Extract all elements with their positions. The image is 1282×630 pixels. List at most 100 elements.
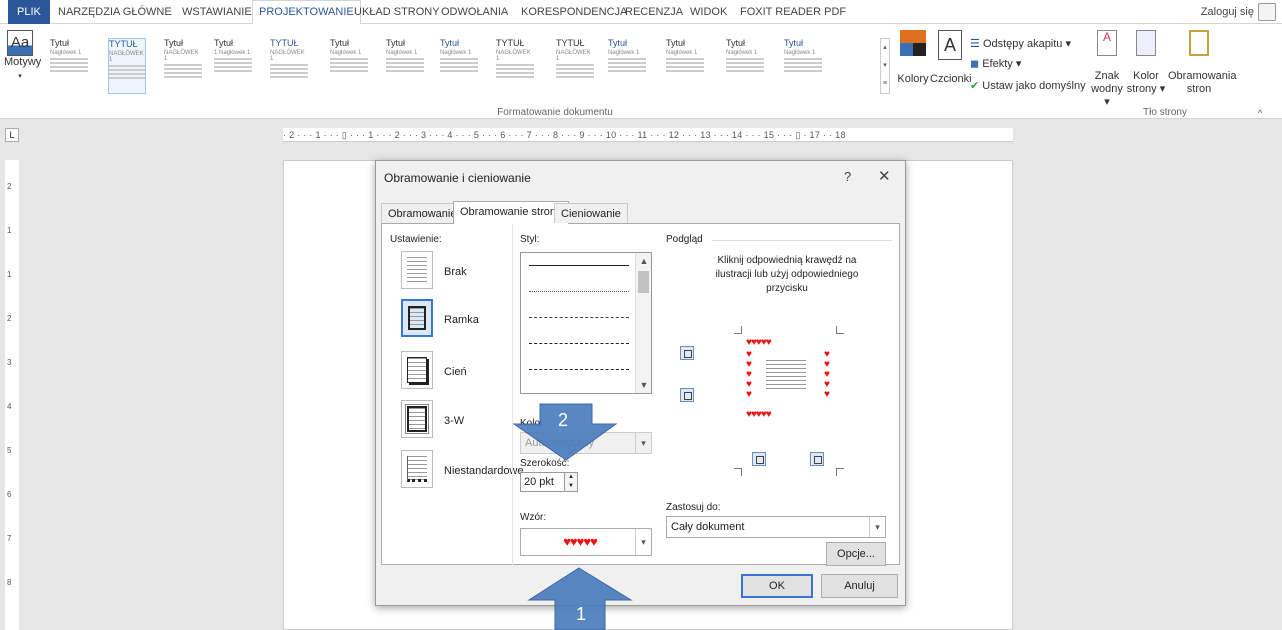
- page-color-button[interactable]: Kolor strony ▾: [1126, 30, 1166, 96]
- tab-borders[interactable]: Obramowanie: [381, 203, 464, 223]
- annotation-number-2: 2: [558, 410, 569, 430]
- style-set-line: [784, 58, 822, 60]
- scroll-up-icon[interactable]: ▲: [636, 253, 651, 269]
- style-set-item[interactable]: Tytuł Nagłówek 1: [784, 38, 822, 94]
- left-border-button[interactable]: [752, 452, 766, 466]
- spin-up-icon[interactable]: ▲: [564, 473, 577, 482]
- corner-mark: [734, 468, 742, 476]
- user-avatar-icon[interactable]: [1258, 3, 1276, 21]
- setting-none[interactable]: Brak: [444, 266, 467, 278]
- gallery-scroll[interactable]: ▴ ▾ ≡: [880, 38, 890, 94]
- corner-mark: [836, 326, 844, 334]
- setting-3d[interactable]: 3-W: [444, 415, 464, 427]
- style-solid[interactable]: [529, 265, 629, 266]
- top-border-button[interactable]: [680, 346, 694, 360]
- tab-references[interactable]: ODWOŁANIA: [441, 0, 508, 24]
- tab-insert[interactable]: WSTAWIANIE: [182, 0, 252, 24]
- style-list[interactable]: ▲ ▼: [520, 252, 652, 394]
- style-set-item[interactable]: TYTUŁ NAGŁÓWEK 1: [496, 38, 534, 94]
- fonts-button[interactable]: A Czcionki: [930, 30, 972, 86]
- style-set-item[interactable]: TYTUŁ NAGŁÓWEK 1: [556, 38, 594, 94]
- setting-box[interactable]: Ramka: [444, 314, 479, 326]
- collapse-ribbon-icon[interactable]: ^: [1258, 108, 1262, 118]
- style-set-item[interactable]: Tytuł Nagłówek 1: [440, 38, 478, 94]
- options-button[interactable]: Opcje...: [826, 542, 886, 566]
- chevron-down-icon[interactable]: ▾: [635, 433, 651, 453]
- style-set-item[interactable]: TYTUŁ NAGŁÓWEK 1: [270, 38, 308, 94]
- setting-3d-icon[interactable]: [401, 400, 433, 438]
- tab-view[interactable]: WIDOK: [690, 0, 727, 24]
- dialog-title: Obramowanie i cieniowanie: [384, 171, 531, 185]
- tab-layout[interactable]: UKŁAD STRONY: [354, 0, 440, 24]
- art-label: Wzór:: [520, 512, 547, 523]
- cancel-button[interactable]: Anuluj: [821, 574, 898, 598]
- chevron-down-icon[interactable]: ▾: [869, 517, 885, 537]
- style-set-item[interactable]: Tytuł NAGŁÓWEK 1: [164, 38, 202, 94]
- preview-page[interactable]: ♥♥♥♥♥ ♥♥♥♥♥ ♥ ♥ ♥ ♥ ♥ ♥ ♥ ♥ ♥ ♥: [742, 334, 836, 468]
- style-set-line: [726, 58, 764, 60]
- setting-none-icon[interactable]: [401, 251, 433, 289]
- scroll-thumb[interactable]: [638, 271, 649, 293]
- ruler-numbers: · 2 · · · 1 · · · ▯ · · · 1 · · · 2 · · …: [283, 130, 846, 140]
- vertical-ruler[interactable]: 2 1 1 2 3 4 5 6 7 8: [5, 160, 19, 630]
- style-set-line: [386, 62, 424, 64]
- setting-box-icon[interactable]: [401, 299, 433, 337]
- style-set-item[interactable]: Tytuł Nagłówek 1: [666, 38, 704, 94]
- art-select[interactable]: ♥♥♥♥♥ ▾: [520, 528, 652, 556]
- ok-button[interactable]: OK: [741, 574, 813, 598]
- set-default-button[interactable]: ✔ Ustaw jako domyślny: [970, 80, 1086, 93]
- style-set-title: Tytuł: [666, 38, 686, 48]
- style-scrollbar[interactable]: ▲ ▼: [635, 253, 651, 393]
- style-set-item[interactable]: Tytuł Nagłówek 1: [726, 38, 764, 94]
- style-set-title: TYTUŁ: [270, 38, 299, 48]
- right-border-button[interactable]: [810, 452, 824, 466]
- ribbon-tab-bar: PLIK NARZĘDZIA GŁÓWNE WSTAWIANIE PROJEKT…: [0, 0, 1282, 25]
- style-set-line: [608, 66, 646, 68]
- style-set-line: [784, 70, 822, 72]
- effects-button[interactable]: ◼ Efekty ▾: [970, 58, 1021, 71]
- bottom-border-button[interactable]: [680, 388, 694, 402]
- style-set-line: [214, 58, 252, 60]
- setting-custom-icon[interactable]: [401, 450, 433, 488]
- tab-page-border[interactable]: Obramowanie strony: [453, 201, 569, 224]
- style-set-item[interactable]: Tytuł Nagłówek 1: [386, 38, 424, 94]
- style-set-item[interactable]: TYTUŁ NAGŁÓWEK 1: [108, 38, 146, 94]
- tab-shading[interactable]: Cieniowanie: [554, 203, 628, 223]
- tab-review[interactable]: RECENZJA: [625, 0, 683, 24]
- help-button[interactable]: ?: [844, 169, 851, 184]
- style-set-item[interactable]: Tytuł Nagłówek 1: [50, 38, 88, 94]
- horizontal-ruler[interactable]: · 2 · · · 1 · · · ▯ · · · 1 · · · 2 · · …: [283, 128, 1013, 142]
- set-default-label: Ustaw jako domyślny: [982, 80, 1086, 92]
- style-set-heading: NAGŁÓWEK 1: [109, 51, 144, 63]
- close-icon[interactable]: ✕: [878, 167, 891, 185]
- tab-design[interactable]: PROJEKTOWANIE: [252, 0, 361, 25]
- paragraph-spacing-button[interactable]: ☰ Odstępy akapitu ▾: [970, 38, 1071, 51]
- scroll-down-icon[interactable]: ▼: [636, 377, 651, 393]
- apply-to-select[interactable]: Cały dokument ▾: [666, 516, 886, 538]
- style-set-item[interactable]: Tytuł Nagłówek 1: [608, 38, 646, 94]
- style-set-item[interactable]: Tytuł 1 Nagłówek 1: [214, 38, 252, 94]
- chevron-down-icon[interactable]: ▾: [635, 529, 651, 555]
- tab-foxit[interactable]: FOXIT READER PDF: [740, 0, 846, 24]
- themes-label: Motywy: [4, 56, 42, 68]
- page-borders-button[interactable]: Obramowania stron: [1168, 30, 1236, 96]
- style-dash-dot[interactable]: [529, 369, 629, 370]
- tab-selector[interactable]: L: [5, 128, 19, 142]
- width-spinner[interactable]: 20 pkt ▲ ▼: [520, 472, 578, 492]
- tab-home[interactable]: NARZĘDZIA GŁÓWNE: [58, 0, 172, 24]
- watermark-button[interactable]: A Znak wodny ▾: [1090, 30, 1124, 109]
- style-dotted[interactable]: [529, 291, 629, 292]
- style-dashed-short[interactable]: [529, 317, 629, 318]
- setting-shadow[interactable]: Cień: [444, 366, 467, 378]
- preview-divider: [712, 240, 892, 241]
- style-set-heading: NAGŁÓWEK 1: [164, 50, 199, 62]
- tab-mailings[interactable]: KORESPONDENCJA: [521, 0, 627, 24]
- style-dashed[interactable]: [529, 343, 629, 344]
- style-set-item[interactable]: Tytuł Nagłówek 1: [330, 38, 368, 94]
- spin-down-icon[interactable]: ▼: [564, 482, 577, 491]
- sign-in-link[interactable]: Zaloguj się: [1201, 0, 1254, 24]
- setting-shadow-icon[interactable]: [401, 351, 433, 389]
- themes-button[interactable]: Aa Motywy ▾: [4, 30, 41, 83]
- tab-plik[interactable]: PLIK: [8, 0, 50, 24]
- colors-button[interactable]: Kolory: [896, 30, 930, 86]
